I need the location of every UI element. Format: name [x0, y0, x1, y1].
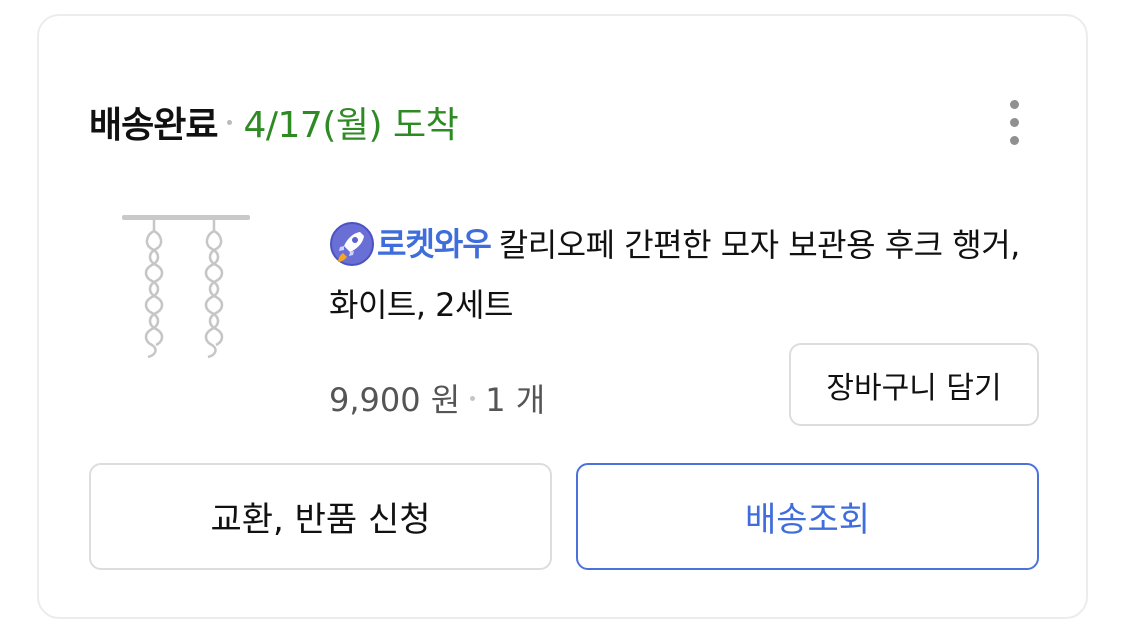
separator-dot — [227, 119, 233, 125]
order-card: 배송완료 4/17(월) 도착 로켓와우 칼리오페 간편한 모자 보관용 후크 … — [37, 14, 1088, 619]
add-to-cart-button[interactable]: 장바구니 담기 — [789, 343, 1039, 426]
product-title[interactable]: 로켓와우 칼리오페 간편한 모자 보관용 후크 행거, 화이트, 2세트 — [329, 216, 1049, 334]
price-quantity-row: 9,900 원 1 개 — [329, 368, 545, 428]
arrival-date: 4/17(월) 도착 — [243, 105, 459, 146]
rocket-wow-label: 로켓와우 — [377, 225, 492, 263]
product-quantity: 1 개 — [485, 381, 546, 419]
rocket-wow-badge: 로켓와우 — [329, 215, 492, 273]
separator-dot — [470, 395, 476, 401]
track-delivery-button[interactable]: 배송조회 — [576, 463, 1039, 570]
product-price: 9,900 원 — [329, 381, 461, 419]
delivery-status: 배송완료 — [89, 105, 218, 146]
more-options-icon[interactable] — [992, 92, 1036, 152]
product-info: 로켓와우 칼리오페 간편한 모자 보관용 후크 행거, 화이트, 2세트 — [329, 216, 1049, 334]
hook-hanger-image — [122, 215, 250, 359]
product-thumbnail[interactable] — [117, 209, 257, 389]
rocket-wow-icon — [330, 222, 374, 266]
order-header: 배송완료 4/17(월) 도착 — [89, 92, 1036, 152]
return-exchange-button[interactable]: 교환, 반품 신청 — [89, 463, 552, 570]
